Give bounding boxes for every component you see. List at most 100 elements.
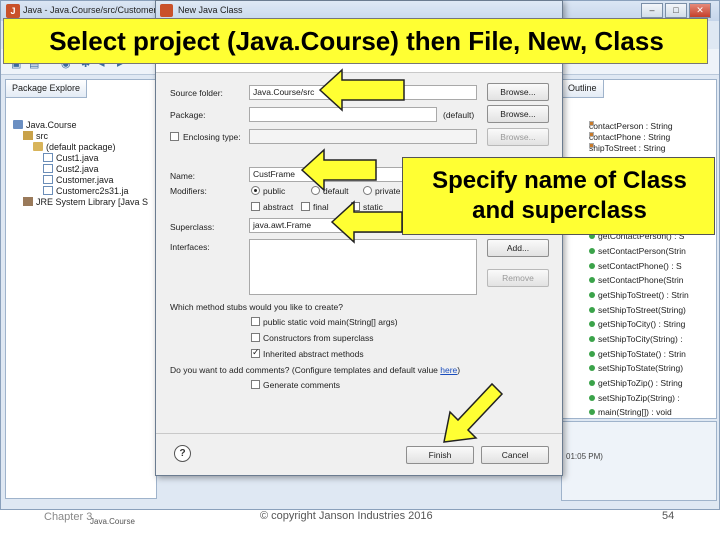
callout-line-1: Specify name of Class	[432, 167, 687, 194]
package-label: Package:	[170, 110, 206, 120]
console-strip: 01:05 PM)	[561, 421, 717, 501]
method-icon	[589, 395, 595, 401]
outline-item[interactable]: setContactPerson(Strin	[589, 246, 686, 257]
java-file-icon	[43, 153, 53, 162]
outline-item[interactable]: shipToStreet : String	[589, 143, 666, 154]
maximize-icon[interactable]: □	[665, 3, 687, 18]
enclosing-type-input[interactable]	[249, 129, 477, 144]
field-icon	[589, 143, 594, 148]
outline-item[interactable]: getShipToStreet() : Strin	[589, 290, 689, 301]
outline-item[interactable]: getShipToZip() : String	[589, 378, 683, 389]
library-icon	[23, 197, 33, 206]
browse-source-button[interactable]: Browse...	[487, 83, 549, 101]
tree-item[interactable]: JRE System Library [Java S	[23, 196, 148, 208]
outline-item[interactable]: setShipToState(String)	[589, 363, 683, 374]
tree-item-label: Cust1.java	[56, 153, 99, 163]
java-icon	[160, 4, 173, 17]
stub-constructors-checkbox[interactable]	[251, 333, 260, 342]
stub-main-label: public static void main(String[] args)	[263, 317, 398, 327]
comments-question-close: )	[457, 365, 461, 375]
outline-item-label: getShipToZip() : String	[598, 378, 683, 388]
console-text: 01:05 PM)	[566, 452, 603, 461]
arrow-to-class-name-icon	[300, 148, 377, 192]
modifier-abstract-label: abstract	[263, 202, 294, 212]
outline-item[interactable]: setContactPhone() : S	[589, 261, 682, 272]
enclosing-type-label: Enclosing type:	[183, 132, 241, 142]
modifiers-label: Modifiers:	[170, 186, 207, 196]
arrow-to-superclass-icon	[330, 200, 403, 244]
method-icon	[589, 365, 595, 371]
help-icon[interactable]: ?	[174, 445, 191, 462]
outline-item[interactable]: getShipToCity() : String	[589, 319, 685, 330]
stub-inherited-checkbox[interactable]	[251, 347, 260, 358]
minimize-icon[interactable]: –	[641, 3, 663, 18]
callout-line-2: and superclass	[472, 197, 647, 224]
java-icon: J	[6, 4, 20, 18]
comments-question: Do you want to add comments? (Configure …	[170, 365, 460, 375]
tab-package-explorer[interactable]: Package Explore	[6, 80, 88, 98]
generate-comments-checkbox[interactable]	[251, 380, 260, 389]
enclosing-type-checkbox[interactable]	[170, 132, 179, 141]
modifier-abstract-checkbox[interactable]	[251, 202, 260, 211]
tree-item-label: JRE System Library [Java S	[36, 197, 149, 207]
outline-item[interactable]: contactPerson : String	[589, 121, 673, 132]
interfaces-list[interactable]	[249, 239, 477, 295]
tab-outline[interactable]: Outline	[562, 80, 604, 98]
outline-item[interactable]: setContactPhone(Strin	[589, 275, 684, 286]
instruction-banner: Select project (Java.Course) then File, …	[3, 18, 708, 64]
outline-item-label: main(String[]) : void	[598, 407, 672, 417]
tree-item-label: Customerc2s31.ja	[56, 186, 129, 196]
method-icon	[589, 336, 595, 342]
modifier-final-checkbox[interactable]	[301, 202, 310, 211]
status-project-label: Java.Course	[90, 517, 135, 526]
outline-item-label: shipToStreet : String	[589, 143, 666, 153]
outline-item-label: setContactPhone(Strin	[598, 275, 684, 285]
method-stubs-question: Which method stubs would you like to cre…	[170, 302, 343, 312]
slide-footer: Chapter 3 Java.Course © copyright Janson…	[0, 510, 720, 540]
outline-item[interactable]: getShipToState() : Strin	[589, 349, 686, 360]
arrow-to-source-folder-icon	[318, 68, 405, 112]
outline-item-label: setShipToZip(String) :	[598, 393, 680, 403]
source-folder-label: Source folder:	[170, 88, 223, 98]
method-icon	[589, 292, 595, 298]
modifier-public-radio[interactable]	[251, 186, 260, 195]
chapter-label: Chapter 3	[44, 511, 93, 523]
outline-item[interactable]: setShipToCity(String) :	[589, 334, 683, 345]
interfaces-label: Interfaces:	[170, 242, 210, 252]
arrow-to-finish-icon	[443, 382, 504, 443]
modifier-final-label: final	[313, 202, 329, 212]
stub-constructors-label: Constructors from superclass	[263, 333, 374, 343]
configure-templates-link[interactable]: here	[440, 365, 457, 375]
stub-inherited-label: Inherited abstract methods	[263, 349, 364, 359]
superclass-label: Superclass:	[170, 222, 215, 232]
method-icon	[589, 248, 595, 254]
method-icon	[589, 409, 595, 415]
field-icon	[589, 121, 594, 126]
browse-enclosing-button[interactable]: Browse...	[487, 128, 549, 146]
outline-item-label: getShipToStreet() : Strin	[598, 290, 689, 300]
method-icon	[589, 380, 595, 386]
finish-button[interactable]: Finish	[406, 446, 474, 464]
generate-comments-label: Generate comments	[263, 380, 341, 390]
method-icon	[589, 277, 595, 283]
browse-package-button[interactable]: Browse...	[487, 105, 549, 123]
outline-item[interactable]: setShipToZip(String) :	[589, 393, 680, 404]
method-icon	[589, 307, 595, 313]
outline-item-label: getShipToState() : Strin	[598, 349, 686, 359]
stub-main-checkbox[interactable]	[251, 317, 260, 326]
outline-item[interactable]: contactPhone : String	[589, 132, 670, 143]
method-icon	[589, 351, 595, 357]
callout-text: Specify name of Class and superclass	[403, 166, 716, 226]
outline-item[interactable]: setShipToStreet(String)	[589, 305, 686, 316]
add-interface-button[interactable]: Add...	[487, 239, 549, 257]
java-file-icon	[43, 186, 53, 195]
method-icon	[589, 321, 595, 327]
close-icon[interactable]: ✕	[689, 3, 711, 18]
modifier-public-label: public	[263, 186, 286, 196]
cancel-button[interactable]: Cancel	[481, 446, 549, 464]
remove-interface-button[interactable]: Remove	[487, 269, 549, 287]
tree-item-label: (default package)	[46, 142, 116, 152]
field-icon	[589, 132, 594, 137]
outline-item-label: setShipToStreet(String)	[598, 305, 686, 315]
outline-item[interactable]: main(String[]) : void	[589, 407, 672, 418]
